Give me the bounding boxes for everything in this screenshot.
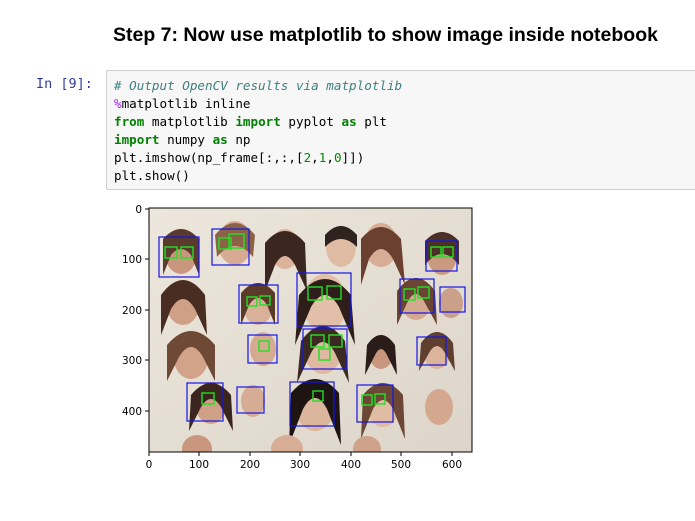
keyword-import: import: [235, 114, 281, 129]
x-tick-label: 0: [146, 459, 153, 471]
y-tick-label: 400: [122, 406, 142, 418]
x-tick-label: 500: [391, 459, 411, 471]
keyword-from: from: [114, 114, 145, 129]
page-title: Step 7: Now use matplotlib to show image…: [113, 24, 658, 46]
keyword-import-2: import: [114, 132, 160, 147]
keyword-as-2: as: [212, 132, 228, 147]
code-comment: # Output OpenCV results via matplotlib: [114, 78, 403, 93]
matplotlib-figure: 0 100 200 300 400 0 100 200 300 400 500 …: [122, 204, 473, 471]
x-tick-label: 400: [341, 459, 361, 471]
show-call: plt.show(): [114, 168, 190, 183]
module-name: matplotlib: [144, 114, 236, 129]
numpy-name: numpy: [159, 132, 213, 147]
x-axis-ticks: [148, 452, 453, 456]
magic-percent: %: [114, 96, 122, 111]
y-tick-labels: 0 100 200 300 400: [122, 204, 142, 418]
x-tick-labels: 0 100 200 300 400 500 600: [146, 459, 462, 471]
y-tick-label: 200: [122, 305, 142, 317]
code-cell[interactable]: # Output OpenCV results via matplotlib %…: [106, 70, 695, 190]
y-axis-ticks: [145, 208, 149, 412]
x-tick-label: 100: [189, 459, 209, 471]
cell-prompt: In [9]:: [36, 76, 93, 92]
y-tick-label: 300: [122, 355, 142, 367]
y-tick-label: 0: [135, 204, 142, 216]
comma-1: ,: [311, 150, 319, 165]
keyword-as: as: [341, 114, 357, 129]
y-tick-label: 100: [122, 254, 142, 266]
x-tick-label: 600: [442, 459, 462, 471]
cell-output: 0 100 200 300 400 0 100 200 300 400 500 …: [105, 195, 485, 485]
imshow-call: plt.imshow(np_frame[:,:,[: [114, 150, 304, 165]
comma-2: ,: [326, 150, 334, 165]
x-tick-label: 300: [290, 459, 310, 471]
index-0: 0: [333, 150, 342, 165]
import-name: pyplot: [280, 114, 342, 129]
alias-name: plt: [356, 114, 388, 129]
imshow-close: ]]): [341, 150, 365, 165]
code-editor[interactable]: # Output OpenCV results via matplotlib %…: [114, 77, 402, 185]
magic-command: matplotlib inline: [121, 96, 251, 111]
numpy-alias: np: [227, 132, 251, 147]
x-tick-label: 200: [240, 459, 260, 471]
